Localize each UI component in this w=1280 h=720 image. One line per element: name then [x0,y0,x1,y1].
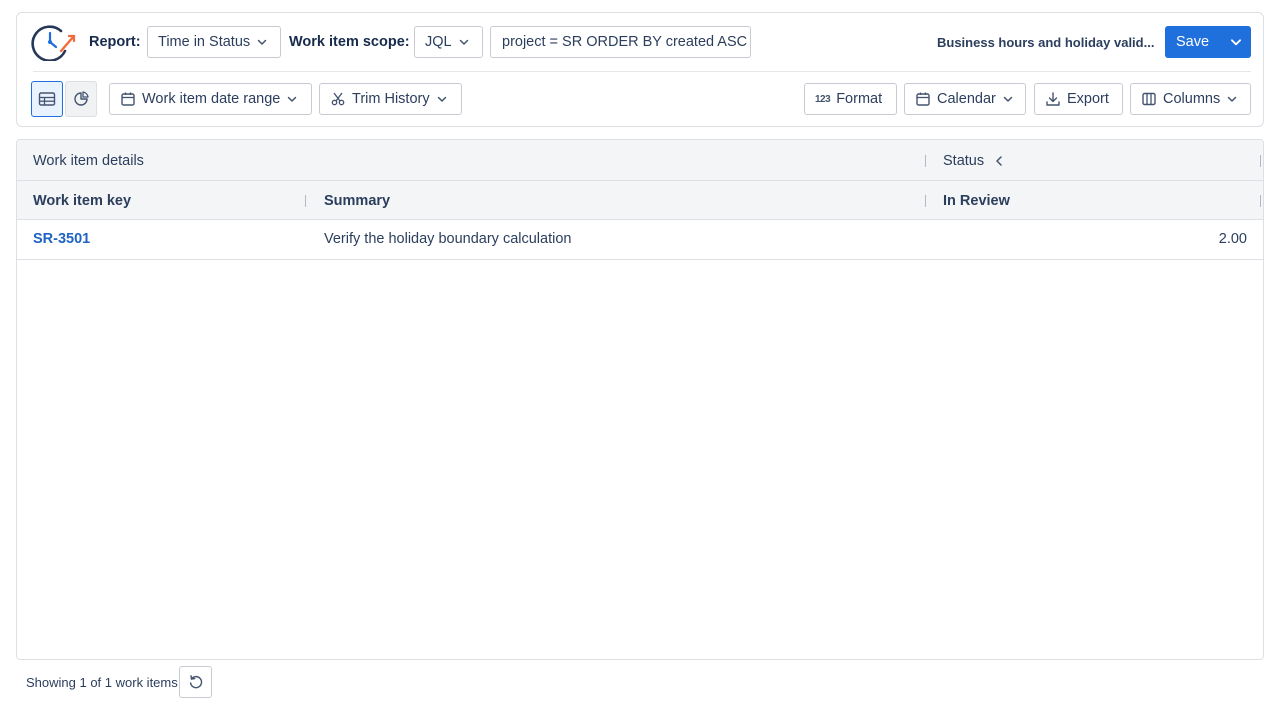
group-header-status-label: Status [943,153,985,169]
report-type-value: Time in Status [158,34,251,50]
toolbar-divider [33,71,1251,72]
chevron-down-icon [1230,39,1241,46]
column-resize-handle[interactable] [925,155,926,167]
chevron-down-icon [288,96,297,102]
chevron-down-icon [459,39,468,45]
calendar-name: Business hours and holiday valid... [937,35,1155,50]
save-button[interactable]: Save [1165,26,1220,58]
scope-type-select[interactable]: JQL [414,26,483,58]
showing-count: Showing 1 of 1 work items [26,675,178,690]
save-button-group: Save [1165,26,1251,58]
pie-chart-icon [74,91,89,106]
report-type-select[interactable]: Time in Status [147,26,281,58]
jql-query-input[interactable]: project = SR ORDER BY created ASC [490,26,751,58]
group-header-row: Work item details Status [17,140,1263,181]
calendar-button[interactable]: Calendar [904,83,1026,115]
calendar-icon [121,92,135,106]
scope-label: Work item scope: [289,34,410,50]
column-resize-handle[interactable] [305,195,306,207]
column-header-in-review[interactable]: In Review [943,193,1010,209]
column-resize-handle[interactable] [1260,195,1261,207]
jql-query-text: project = SR ORDER BY created ASC [502,34,748,50]
table-row: SR-3501 Verify the holiday boundary calc… [17,220,1263,260]
column-resize-handle[interactable] [1260,155,1261,167]
date-range-button[interactable]: Work item date range [109,83,312,115]
table-icon [38,92,56,106]
scope-type-value: JQL [425,34,452,50]
columns-button[interactable]: Columns [1130,83,1251,115]
calendar-icon [916,92,930,106]
download-icon [1046,92,1060,106]
date-range-label: Work item date range [142,91,281,107]
chevron-down-icon [1003,96,1013,102]
app-logo [31,23,77,62]
format-label: Format [836,91,883,107]
format-button[interactable]: 123 Format [804,83,897,115]
column-resize-handle[interactable] [925,195,926,207]
export-button[interactable]: Export [1034,83,1123,115]
chevron-left-icon[interactable] [994,155,1004,167]
export-label: Export [1067,91,1109,107]
group-header-work-item-details: Work item details [33,153,144,169]
number-format-icon: 123 [815,93,831,105]
chevron-down-icon [1227,96,1237,102]
work-item-key-link[interactable]: SR-3501 [33,231,90,247]
column-header-key[interactable]: Work item key [33,193,131,209]
table-view-toggle[interactable] [31,81,63,117]
work-items-grid: Work item details Status Work item key S… [16,139,1264,660]
calendar-label: Calendar [937,91,996,107]
in-review-time: 2.00 [1218,231,1247,247]
column-header-summary[interactable]: Summary [324,193,390,209]
columns-icon [1142,92,1156,106]
columns-label: Columns [1163,91,1221,107]
report-label: Report: [89,34,141,50]
refresh-button[interactable] [179,666,212,698]
trim-history-button[interactable]: Trim History [319,83,462,115]
chevron-down-icon [257,39,267,45]
trim-history-label: Trim History [352,91,430,107]
group-header-status[interactable]: Status [943,153,1004,169]
chart-view-toggle[interactable] [65,81,97,117]
chevron-down-icon [437,96,446,102]
column-header-row: Work item key Summary In Review [17,181,1263,220]
scissors-icon [331,92,345,106]
save-options-button[interactable] [1220,26,1251,58]
refresh-icon [189,675,202,689]
work-item-summary: Verify the holiday boundary calculation [324,231,572,247]
